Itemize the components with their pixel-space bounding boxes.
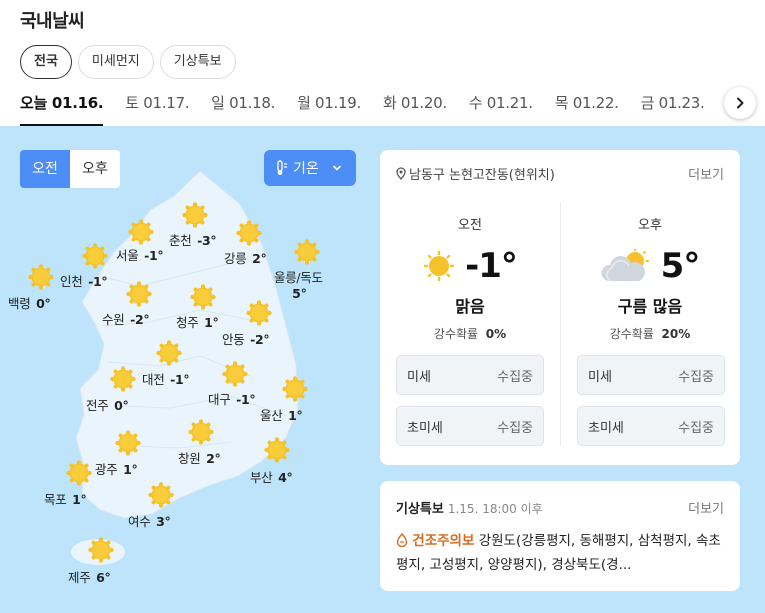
chevron-right-icon <box>737 97 744 109</box>
sun-icon <box>190 284 216 310</box>
date-tab[interactable]: 토 01.17. <box>125 90 189 126</box>
city-label[interactable]: 창원 2° <box>178 448 221 467</box>
sun-icon <box>182 202 208 228</box>
city-label[interactable]: 대구 -1° <box>208 389 256 408</box>
temperature-selector[interactable]: 기온 <box>264 150 356 186</box>
sun-icon <box>66 460 92 486</box>
pm-ultrafine-dust[interactable]: 초미세 수집중 <box>577 406 725 446</box>
thermometer-icon <box>277 160 287 175</box>
category-chips: 전국 미세먼지 기상특보 <box>20 45 236 79</box>
city-label[interactable]: 수원 -2° <box>102 309 150 328</box>
city-label[interactable]: 백령 0° <box>8 293 51 312</box>
sun-icon <box>423 250 455 282</box>
am-ultrafine-dust[interactable]: 초미세 수집중 <box>396 406 544 446</box>
pm-temperature: 5° <box>660 246 701 286</box>
pm-rain-chance: 강수확률 20% <box>609 327 691 341</box>
sun-icon <box>264 437 290 463</box>
am-temperature: -1° <box>465 246 518 286</box>
date-tab[interactable]: 월 01.19. <box>297 90 361 126</box>
current-location[interactable]: 남동구 논현고잔동(현위치) <box>396 164 555 183</box>
pm-fine-dust[interactable]: 미세 수집중 <box>577 355 725 395</box>
sun-icon <box>28 264 54 290</box>
sun-icon <box>222 361 248 387</box>
city-label[interactable]: 대전 -1° <box>142 369 190 388</box>
city-label[interactable]: 강릉 2° <box>224 248 267 267</box>
sun-icon <box>156 340 182 366</box>
korea-map <box>39 170 310 565</box>
sun-icon <box>282 376 308 402</box>
date-tab[interactable]: 목 01.22. <box>555 90 619 126</box>
date-tab[interactable]: 화 01.20. <box>383 90 447 126</box>
page-title: 국내날씨 <box>20 11 85 32</box>
weather-map-area: 오전 오후 기온 서울 -1° 춘천 -3° 강릉 2° 울릉/독도 5° 인천 -1°… <box>0 126 765 613</box>
date-tab-today[interactable]: 오늘 01.16. <box>20 90 104 126</box>
alert-header: 기상특보 1.15. 18:00 이후 <box>396 502 543 517</box>
local-weather-panel: 남동구 논현고잔동(현위치) 더보기 오전 -1° 맑음 강수확률 0% 오후 <box>380 150 740 465</box>
city-label[interactable]: 여수 3° <box>128 511 171 530</box>
am-label: 오전 <box>458 218 482 233</box>
alert-kind: 건조주의보 <box>412 533 475 549</box>
date-tab[interactable]: 금 01.23. <box>641 90 705 126</box>
chevron-down-icon <box>332 165 341 171</box>
city-label[interactable]: 안동 -2° <box>222 329 270 348</box>
pm-label: 오후 <box>638 218 662 233</box>
sun-icon <box>88 537 114 563</box>
city-label[interactable]: 목포 1° <box>44 489 87 508</box>
location-pin-icon <box>396 167 406 180</box>
cloud-sun-icon <box>601 249 649 282</box>
pm-toggle[interactable]: 오후 <box>70 150 120 188</box>
am-toggle[interactable]: 오전 <box>20 150 70 188</box>
pm-condition: 구름 많음 <box>617 297 683 316</box>
city-label[interactable]: 춘천 -3° <box>169 230 217 249</box>
sun-icon <box>188 419 214 445</box>
am-rain-chance: 강수확률 0% <box>433 327 507 341</box>
sun-icon <box>236 220 262 246</box>
dry-warning-icon <box>396 532 408 548</box>
city-label[interactable]: 제주 6° <box>68 567 111 586</box>
alert-body[interactable]: 건조주의보 강원도(강릉평지, 동해평지, 삼척평지, 속초평지, 고성평지, … <box>396 529 728 577</box>
location-name: 남동구 논현고잔동(현위치) <box>409 168 555 183</box>
sun-icon <box>148 482 174 508</box>
city-label[interactable]: 서울 -1° <box>116 245 164 264</box>
city-label[interactable]: 청주 1° <box>176 312 219 331</box>
city-label[interactable]: 울릉/독도 5° <box>274 267 323 301</box>
date-tabs: 오늘 01.16. 토 01.17. 일 01.18. 월 01.19. 화 0… <box>20 90 727 126</box>
city-label[interactable]: 광주 1° <box>95 459 138 478</box>
am-fine-dust[interactable]: 미세 수집중 <box>396 355 544 395</box>
alert-more-link[interactable]: 더보기 <box>688 498 724 517</box>
weather-alert-panel: 기상특보 1.15. 18:00 이후 더보기 건조주의보 강원도(강릉평지, 동… <box>380 481 740 591</box>
am-condition: 맑음 <box>455 297 485 316</box>
sun-icon <box>294 239 320 265</box>
city-label[interactable]: 울산 1° <box>260 405 303 424</box>
sun-icon <box>82 243 108 269</box>
sun-icon <box>110 366 136 392</box>
sun-icon <box>128 219 154 245</box>
chip-fine-dust[interactable]: 미세먼지 <box>77 45 154 79</box>
chip-nationwide[interactable]: 전국 <box>20 45 72 79</box>
temperature-selector-label: 기온 <box>293 161 319 177</box>
chip-weather-alert[interactable]: 기상특보 <box>159 45 236 79</box>
sun-icon <box>246 300 272 326</box>
am-pm-toggle: 오전 오후 <box>20 150 120 188</box>
sun-icon <box>126 281 152 307</box>
next-dates-button[interactable] <box>724 87 756 119</box>
am-forecast: 오전 -1° 맑음 강수확률 0% <box>380 202 560 342</box>
panel-more-link[interactable]: 더보기 <box>688 164 724 183</box>
city-label[interactable]: 인천 -1° <box>60 271 108 290</box>
sun-icon <box>115 430 141 456</box>
city-label[interactable]: 부산 4° <box>250 467 293 486</box>
date-tab[interactable]: 수 01.21. <box>469 90 533 126</box>
city-label[interactable]: 전주 0° <box>86 395 129 414</box>
pm-forecast: 오후 5° 구름 많음 강수확률 20% <box>560 202 740 342</box>
date-tab[interactable]: 일 01.18. <box>211 90 275 126</box>
